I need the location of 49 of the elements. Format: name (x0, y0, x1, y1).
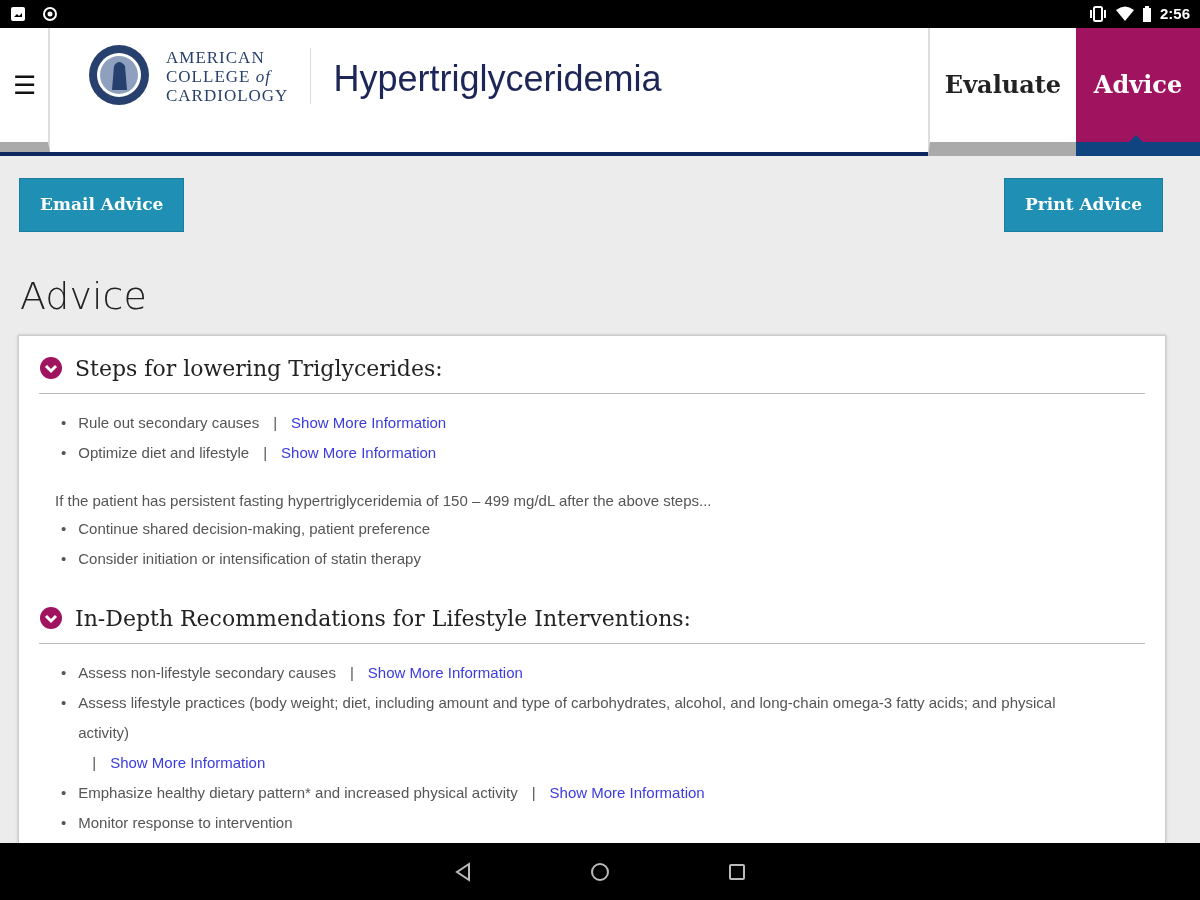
app-title: Hypertriglyceridemia (333, 57, 662, 101)
action-button[interactable]: Print Advice (1004, 178, 1163, 232)
show-more-link[interactable]: Show More Information (110, 753, 266, 771)
advice-item-text: Assess non-lifestyle secondary causes (78, 662, 336, 683)
wifi-icon (1115, 6, 1134, 22)
bullet-marker: • (61, 692, 67, 713)
bullet-marker: • (61, 812, 67, 833)
bullet-marker: • (61, 662, 67, 683)
back-icon[interactable] (454, 861, 472, 882)
advice-item-text: Monitor response to intervention (78, 812, 293, 833)
advice-item-text: Rule out secondary causes (78, 412, 260, 433)
show-more-link[interactable]: Show More Information (549, 783, 705, 801)
collapse-chevron-icon[interactable] (39, 356, 63, 380)
section-heading: Steps for lowering Triglycerides: (75, 354, 443, 383)
advice-item-text: Emphasize healthy dietary pattern* and increased physical activity (78, 782, 518, 803)
separator-text: | (263, 443, 268, 461)
advice-item-text: Optimize diet and lifestyle (78, 442, 250, 463)
vibrate-icon (1087, 5, 1108, 23)
action-button[interactable]: Email Advice (19, 178, 185, 232)
target-notification-icon (42, 6, 58, 22)
collapse-chevron-icon[interactable] (39, 606, 63, 630)
section-heading: In-Depth Recommendations for Lifestyle Interventions: (75, 604, 692, 633)
bullet-marker: • (61, 518, 67, 539)
advice-item-text: Continue shared decision-making, patient preference (78, 518, 431, 539)
condition-note: If the patient has persistent fasting hypertriglyceridemia of 150 – 499 mg/dL after the above steps... (55, 490, 713, 511)
page-heading: Advice (20, 272, 148, 320)
menu-icon[interactable]: ☰ (12, 65, 36, 105)
show-more-link[interactable]: Show More Information (291, 413, 447, 431)
separator-text: | (349, 663, 354, 681)
separator-text: | (92, 753, 97, 771)
image-notification-icon (10, 6, 26, 22)
bullet-marker: • (61, 782, 67, 803)
status-time: 2:56 (1159, 3, 1190, 24)
recents-icon[interactable] (728, 862, 746, 881)
bullet-marker: • (61, 442, 67, 463)
advice-item-text: Consider initiation or intensification of statin therapy (78, 548, 421, 569)
seal-logo-icon (88, 44, 150, 106)
separator-text: | (531, 783, 536, 801)
show-more-link[interactable]: Show More Information (367, 663, 523, 681)
home-icon[interactable] (590, 861, 610, 882)
bullet-marker: • (61, 412, 67, 433)
advice-item-text: Assess lifestyle practices (body weight; diet, including amount and type of carbohydrates, alcohol, and long-chain omega-3 fatty acids; and physical activity) (78, 692, 1057, 743)
separator-text: | (273, 413, 278, 431)
show-more-link[interactable]: Show More Information (281, 443, 437, 461)
tab[interactable]: Advice (1076, 28, 1200, 156)
logo-wordmark: AMERICAN COLLEGE of CARDIOLOGY (166, 47, 289, 105)
tab[interactable]: Evaluate (928, 28, 1076, 156)
bullet-marker: • (61, 548, 67, 569)
battery-icon (1141, 5, 1152, 23)
